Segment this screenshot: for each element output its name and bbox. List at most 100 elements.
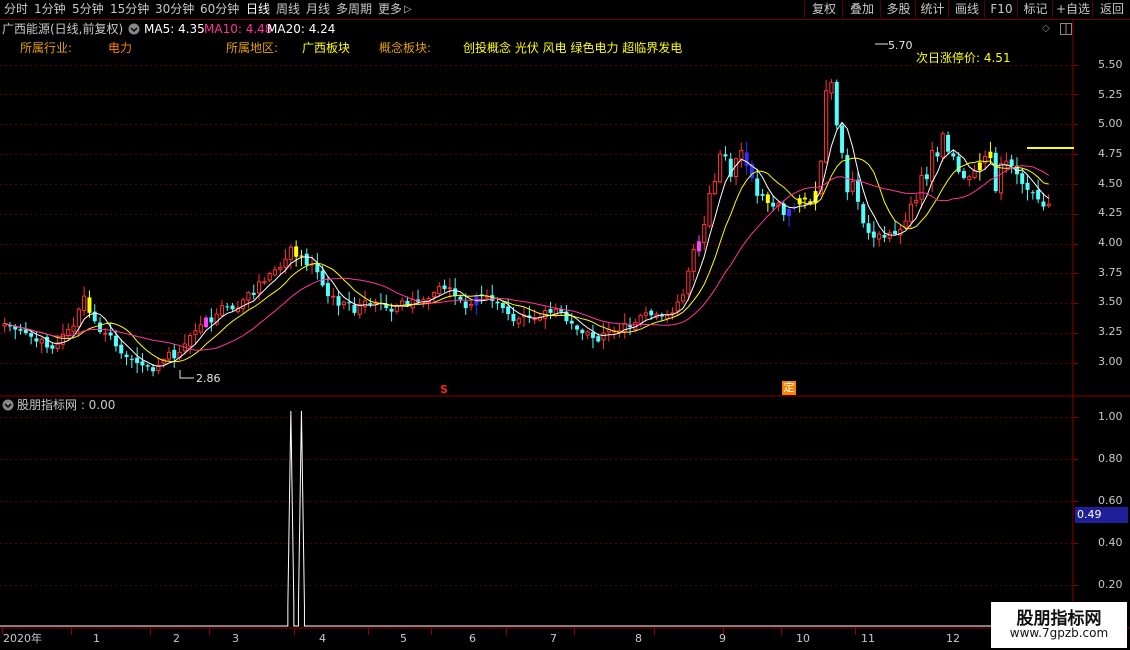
candle-body (283, 258, 288, 268)
candle-body (760, 194, 765, 196)
stock-title[interactable]: 广西能源(日线,前复权) (2, 21, 123, 37)
ma-toggle-icon[interactable] (128, 21, 140, 37)
candle (384, 294, 389, 311)
candle-body (935, 152, 940, 157)
candle (548, 301, 553, 320)
candle-body (431, 292, 437, 298)
candle (612, 326, 617, 339)
candle-body (569, 320, 574, 324)
candle-body (198, 324, 203, 333)
candle (585, 329, 590, 340)
candle-body (66, 329, 71, 337)
candle-body (225, 306, 230, 308)
candle (39, 337, 44, 354)
candle-body (188, 335, 193, 347)
candle-body (87, 297, 92, 313)
candle (325, 276, 330, 304)
candle-body (256, 281, 262, 294)
candle-body (829, 81, 834, 94)
candle (861, 201, 866, 228)
candle-body (172, 349, 177, 359)
candle-body (946, 134, 951, 152)
candle (951, 150, 956, 161)
candle (378, 293, 383, 311)
indicator-toggle-icon[interactable] (2, 397, 14, 413)
candle-body (914, 200, 919, 204)
candle-body (1009, 159, 1014, 166)
candle (246, 291, 251, 309)
candle-body (787, 208, 792, 217)
candle-body (850, 181, 855, 192)
candle-body (1020, 173, 1025, 184)
panel-toggle-icon[interactable] (1060, 21, 1072, 37)
candle-body (267, 272, 272, 281)
candle (1009, 154, 1014, 174)
candle-body (500, 302, 505, 309)
candle (431, 291, 437, 304)
candle-body (601, 332, 606, 341)
candle-body (82, 295, 87, 312)
candle-body (755, 178, 760, 196)
candle-body (893, 230, 898, 235)
candle (590, 324, 595, 349)
candle (914, 194, 919, 207)
candle-body (23, 329, 28, 334)
candle (140, 352, 145, 373)
candle-body (219, 305, 225, 316)
candle-body (580, 329, 585, 334)
candle (972, 164, 977, 180)
candle (315, 253, 320, 280)
candle (336, 290, 341, 316)
candle-body (278, 266, 283, 270)
candle-body (336, 296, 341, 306)
candle-body (845, 155, 850, 193)
candle (893, 220, 898, 236)
candle-body (294, 246, 299, 257)
candle (696, 235, 701, 257)
candle (1036, 179, 1041, 204)
candle-body (230, 305, 235, 310)
candle-body (347, 302, 352, 304)
concept-value: 创投概念 光伏 风电 绿色电力 超临界发电 (463, 41, 683, 55)
diamond-icon[interactable]: ◇ (1042, 21, 1050, 37)
candle-body (802, 197, 807, 200)
x-tick-month: 12 (946, 632, 960, 645)
candle (235, 300, 240, 314)
candle-body (113, 335, 118, 347)
price-tick: 3.75 (1098, 266, 1123, 279)
candle-body (50, 345, 55, 349)
candle-body (590, 332, 595, 338)
candle (278, 262, 283, 275)
kline-chart[interactable] (0, 0, 1130, 650)
ma10-line (4, 157, 1049, 363)
price-tick: 4.00 (1098, 236, 1123, 249)
ding-marker: 定 (782, 381, 796, 395)
ma20-line (4, 165, 1050, 351)
candle-body (511, 313, 516, 322)
candle (993, 147, 998, 193)
industry-value: 电力 (108, 41, 133, 55)
candle-body (575, 325, 580, 330)
candle (760, 188, 765, 201)
candle-body (71, 325, 76, 332)
candle-body (988, 151, 993, 159)
candle (506, 298, 511, 321)
candle-body (18, 329, 23, 331)
candle-body (855, 179, 860, 202)
indicator-tick: 0.40 (1098, 536, 1123, 549)
candle-body (691, 249, 696, 272)
candle (294, 240, 299, 267)
ma5-label: MA5: 4.35 (144, 22, 205, 36)
candle-body (712, 181, 717, 195)
candle (193, 323, 198, 345)
candle-body (389, 308, 394, 312)
candle (728, 152, 733, 183)
candle (1046, 194, 1051, 208)
candle-body (39, 338, 44, 344)
candle-body (903, 220, 908, 228)
candle (733, 157, 739, 186)
candle (362, 290, 368, 313)
candle (824, 80, 829, 164)
candle (119, 339, 124, 359)
candle-body (665, 314, 670, 319)
